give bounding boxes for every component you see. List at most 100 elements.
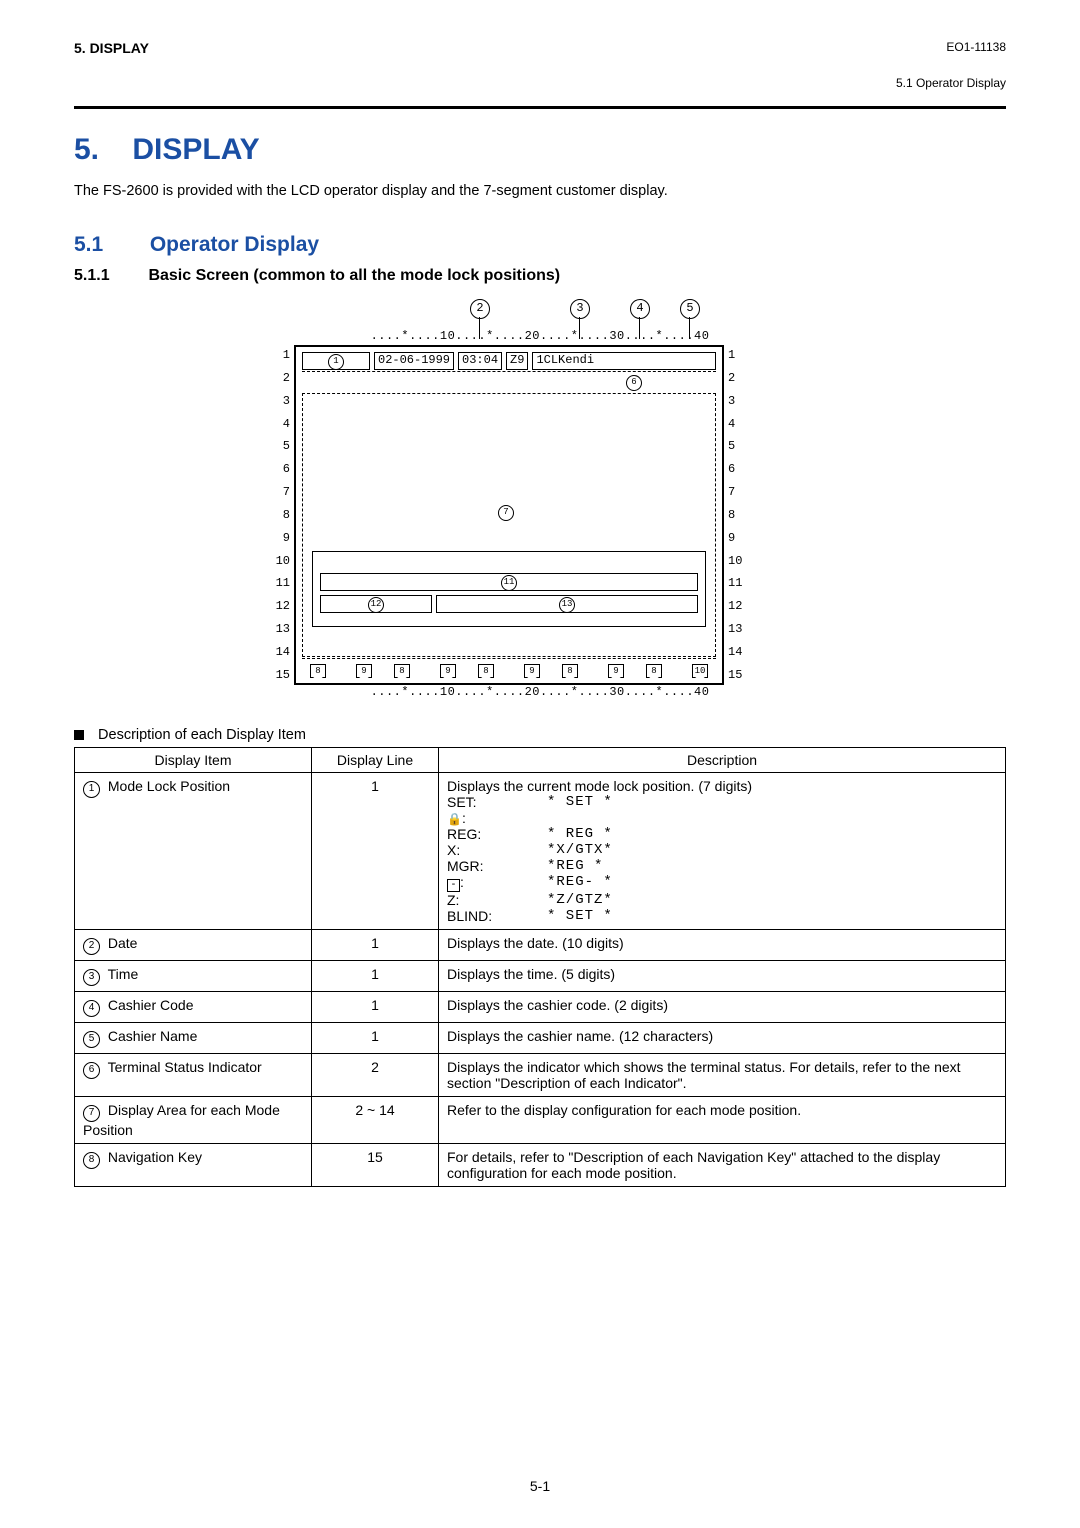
row-number: 14 <box>264 646 290 658</box>
callout-1-icon: 1 <box>328 354 344 370</box>
row-number: 3 <box>264 395 290 407</box>
mode-label: MGR: <box>447 858 547 874</box>
table-row: 3 Time 1 Displays the time. (5 digits) <box>75 961 1006 992</box>
ruler-chunk: 20 <box>525 329 540 343</box>
section-title: Operator Display <box>150 233 319 256</box>
panel-row-12-right: 13 <box>436 595 698 613</box>
ruler-chunk: 10 <box>440 329 455 343</box>
intro-paragraph: The FS-2600 is provided with the LCD ope… <box>74 183 1006 199</box>
cell-line: 1 <box>312 992 439 1023</box>
ruler-chunk: 40 <box>694 329 709 343</box>
cell-item: 2 Date <box>75 930 312 961</box>
ruler-chunk: ....*.... <box>371 685 440 699</box>
cell-item: 1 Mode Lock Position <box>75 773 312 930</box>
navkey-box: 8 <box>562 664 578 678</box>
row-number: 6 <box>264 463 290 475</box>
row-number: 11 <box>728 577 754 589</box>
cell-line: 2 <box>312 1054 439 1097</box>
row-number: 9 <box>728 532 754 544</box>
ruler-chunk: 30 <box>609 685 624 699</box>
col-header-item: Display Item <box>75 748 312 773</box>
cell-item: 7 Display Area for each Mode Position <box>75 1097 312 1144</box>
row-number: 2 <box>728 372 754 384</box>
row-number: 8 <box>264 509 290 521</box>
mode-value: *X/GTX* <box>547 842 997 858</box>
minus-box-icon: - <box>447 879 460 892</box>
row-number: 6 <box>728 463 754 475</box>
item-name: Display Area for each Mode Position <box>83 1102 280 1138</box>
col-header-line: Display Line <box>312 748 439 773</box>
callout-leader <box>689 317 690 339</box>
row-number: 10 <box>264 555 290 567</box>
navkey-box: 8 <box>394 664 410 678</box>
chapter-number: 5. <box>74 133 99 166</box>
callout-leader <box>479 317 480 339</box>
navkey-box: 8 <box>478 664 494 678</box>
header-right: EO1-11138 5.1 Operator Display <box>896 40 1006 90</box>
callout-leader <box>639 317 640 339</box>
cashier-name-field: 1CLKendi <box>532 352 716 370</box>
cell-line: 2 ~ 14 <box>312 1097 439 1144</box>
lock-icon: 🔒 <box>447 812 462 826</box>
callout-4-icon: 4 <box>630 299 650 319</box>
table-lead: Description of each Display Item <box>74 727 1006 743</box>
dashed-divider <box>302 658 716 659</box>
row-number: 8 <box>728 509 754 521</box>
cell-desc: For details, refer to "Description of ea… <box>439 1144 1006 1187</box>
item-name: Date <box>108 935 138 951</box>
header-chapter-label: 5. DISPLAY <box>74 40 149 56</box>
row-number-icon: 5 <box>83 1031 100 1048</box>
row-number: 7 <box>264 486 290 498</box>
subsection-title: Basic Screen (common to all the mode loc… <box>148 267 560 284</box>
header-breadcrumb: 5.1 Operator Display <box>896 76 1006 90</box>
mode-lock-position-field: 1 <box>302 352 370 370</box>
row-number: 15 <box>264 669 290 681</box>
row-number: 4 <box>728 418 754 430</box>
callout-11-icon: 11 <box>501 575 517 591</box>
ruler-chunk: ....*.... <box>455 685 524 699</box>
callout-8-icon: 8 <box>479 665 493 679</box>
callout-8-icon: 8 <box>311 665 325 679</box>
navkey-box: 9 <box>524 664 540 678</box>
row-number-icon: 7 <box>83 1105 100 1122</box>
section-number: 5.1 <box>74 233 144 257</box>
navkey-box: 9 <box>440 664 456 678</box>
table-row: 7 Display Area for each Mode Position 2 … <box>75 1097 1006 1144</box>
callout-leader <box>579 317 580 339</box>
diagram-row-numbers-right: 1 2 3 4 5 6 7 8 9 10 11 12 13 14 15 <box>724 345 758 685</box>
row-number-icon: 8 <box>83 1152 100 1169</box>
row-number: 5 <box>264 440 290 452</box>
cell-desc: Displays the current mode lock position.… <box>439 773 1006 930</box>
dashed-divider <box>302 371 716 372</box>
cell-item: 6 Terminal Status Indicator <box>75 1054 312 1097</box>
cell-desc: Refer to the display configuration for e… <box>439 1097 1006 1144</box>
row-number: 4 <box>264 418 290 430</box>
ruler-chunk: ....*.... <box>540 329 609 343</box>
item-name: Navigation Key <box>108 1149 202 1165</box>
row-number-icon: 2 <box>83 938 100 955</box>
mode-list: SET: * SET * 🔒: REG: * REG * X: *X/GTX* … <box>447 794 997 924</box>
callout-9-icon: 9 <box>525 665 539 679</box>
diagram-top-callouts: 2 3 4 5 <box>260 299 820 329</box>
cell-desc: Displays the indicator which shows the t… <box>439 1054 1006 1097</box>
row-number-icon: 3 <box>83 969 100 986</box>
cell-item: 8 Navigation Key <box>75 1144 312 1187</box>
callout-9-icon: 9 <box>609 665 623 679</box>
subsection-number: 5.1.1 <box>74 267 144 285</box>
item-name: Cashier Code <box>108 997 194 1013</box>
subsection-heading: 5.1.1 Basic Screen (common to all the mo… <box>74 267 1006 285</box>
row-number: 3 <box>728 395 754 407</box>
chapter-heading: 5. DISPLAY <box>74 133 1006 167</box>
diagram-bottom-ruler: ....*....10....*....20....*....30....*..… <box>260 685 820 699</box>
callout-6-icon: 6 <box>626 375 642 391</box>
cell-item: 4 Cashier Code <box>75 992 312 1023</box>
callout-8-icon: 8 <box>647 665 661 679</box>
screen-line-1: 1 02-06-1999 03:04 Z9 1CLKendi <box>298 349 720 373</box>
mode-value <box>547 810 997 826</box>
table-row: 4 Cashier Code 1 Displays the cashier co… <box>75 992 1006 1023</box>
panel-row-12-left: 12 <box>320 595 432 613</box>
table-row: 8 Navigation Key 15 For details, refer t… <box>75 1144 1006 1187</box>
table-lead-text: Description of each Display Item <box>98 727 306 743</box>
callout-13-icon: 13 <box>559 597 575 613</box>
callout-5-icon: 5 <box>680 299 700 319</box>
